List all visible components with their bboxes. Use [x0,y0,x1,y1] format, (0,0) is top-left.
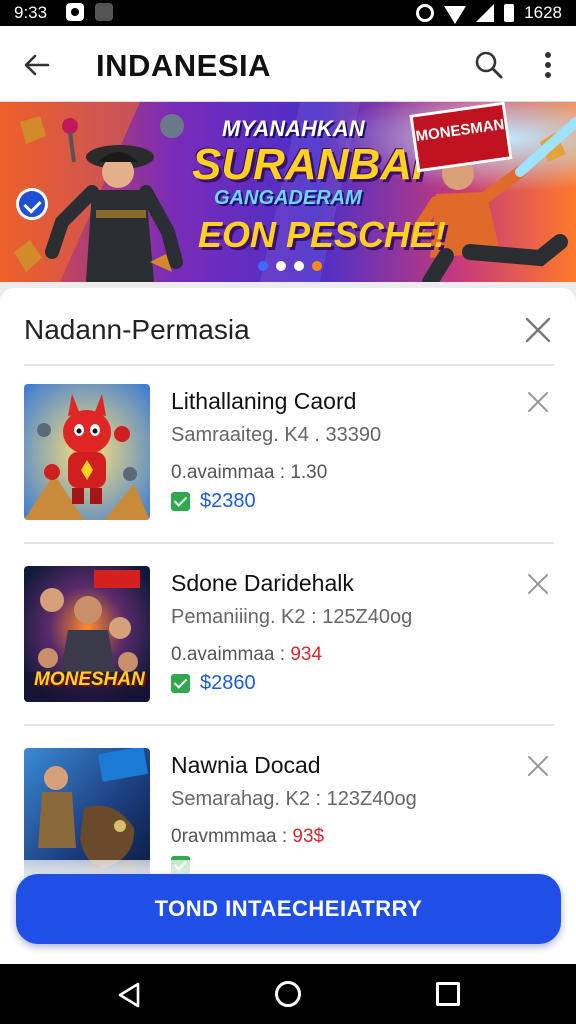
carousel-dot[interactable] [276,261,286,271]
status-time: 9:33 [14,3,48,22]
list-item[interactable]: Lithallaning Caord Samraaiteg. K4 . 3339… [0,384,576,560]
checkbox-checked-icon[interactable] [171,492,190,511]
item-meta-label: 0.avaimmaa : [171,644,291,665]
item-title: Nawnia Docad [171,752,321,778]
banner-headline-1: MYANAHKAN [222,116,365,141]
divider [24,724,554,726]
item-meta: 0.avaimmaa : 934 [171,644,322,666]
banner-headline-3: GANGADERAM [214,187,362,209]
arrow-left-icon[interactable] [22,50,52,80]
status-right-text: 1628 [524,3,562,22]
item-meta-value: 93$ [292,826,325,847]
item-meta-value: 1.30 [290,462,328,483]
remove-item-icon[interactable] [526,754,550,778]
red-hero-image [24,384,150,520]
carousel-dot[interactable] [258,261,268,271]
item-thumbnail: MONESHAN [24,566,150,702]
item-meta-value: 934 [290,644,323,665]
divider [24,542,554,544]
status-icons: 1628 [416,2,562,24]
item-subtitle: Semarahag. K2 : 123Z40og [171,788,417,810]
item-meta: 0ravmmmaa : 93$ [171,826,324,848]
results-card: Nadann-Permasia Lithallaning Caord Samra… [0,288,576,888]
item-price: $2380 [200,490,256,512]
sync-icon [416,4,435,22]
signal-icon [476,4,495,22]
system-nav-bar [0,964,576,1024]
divider [24,364,554,366]
nav-back-icon[interactable] [116,982,142,1008]
checkbox-checked-icon[interactable] [171,674,190,693]
primary-action-button[interactable]: TOND INTAECHEIATRRY [16,874,561,944]
item-meta-label: 0ravmmmaa : [171,826,293,847]
nav-recents-icon[interactable] [436,982,460,1006]
app-bar: INDANESIA [0,26,576,102]
card-title: Nadann-Permasia [24,314,250,345]
item-meta-label: 0.avaimmaa : [171,462,291,483]
nav-home-icon[interactable] [275,981,301,1007]
wifi-icon [444,5,467,24]
close-icon[interactable] [524,316,552,344]
carousel-dot[interactable] [312,261,322,271]
item-title: Sdone Daridehalk [171,570,354,596]
remove-item-icon[interactable] [526,390,550,414]
notification-app-icon [66,3,84,21]
notification-app-icon-2 [95,3,113,21]
promo-banner[interactable]: MYANAHKAN SURANBAI GANGADERAM EON PESCHE… [0,102,576,282]
verified-check-icon [16,188,48,220]
carousel-dots[interactable] [258,261,322,271]
remove-item-icon[interactable] [526,572,550,596]
more-vert-icon[interactable] [536,50,560,80]
item-thumbnail [24,384,150,520]
item-subtitle: Pemaniiing. K2 : 125Z40og [171,606,413,628]
search-icon[interactable] [474,50,504,80]
banner-headline-2: SURANBAI [192,140,425,189]
item-meta: 0.avaimmaa : 1.30 [171,462,327,484]
item-title: Lithallaning Caord [171,388,357,414]
status-bar: 9:33 1628 [0,0,576,26]
item-subtitle: Samraaiteg. K4 . 33390 [171,424,382,446]
banner-headline-4: EON PESCHE! [198,214,447,255]
page-title: INDANESIA [96,48,272,83]
list-item[interactable]: MONESHAN Sdone Daridehalk Pemaniiing. K2… [0,566,576,742]
item-price: $2860 [200,672,256,694]
battery-icon [504,4,515,22]
thumbnail-logo: MONESHAN [34,669,145,690]
carousel-dot[interactable] [294,261,304,271]
